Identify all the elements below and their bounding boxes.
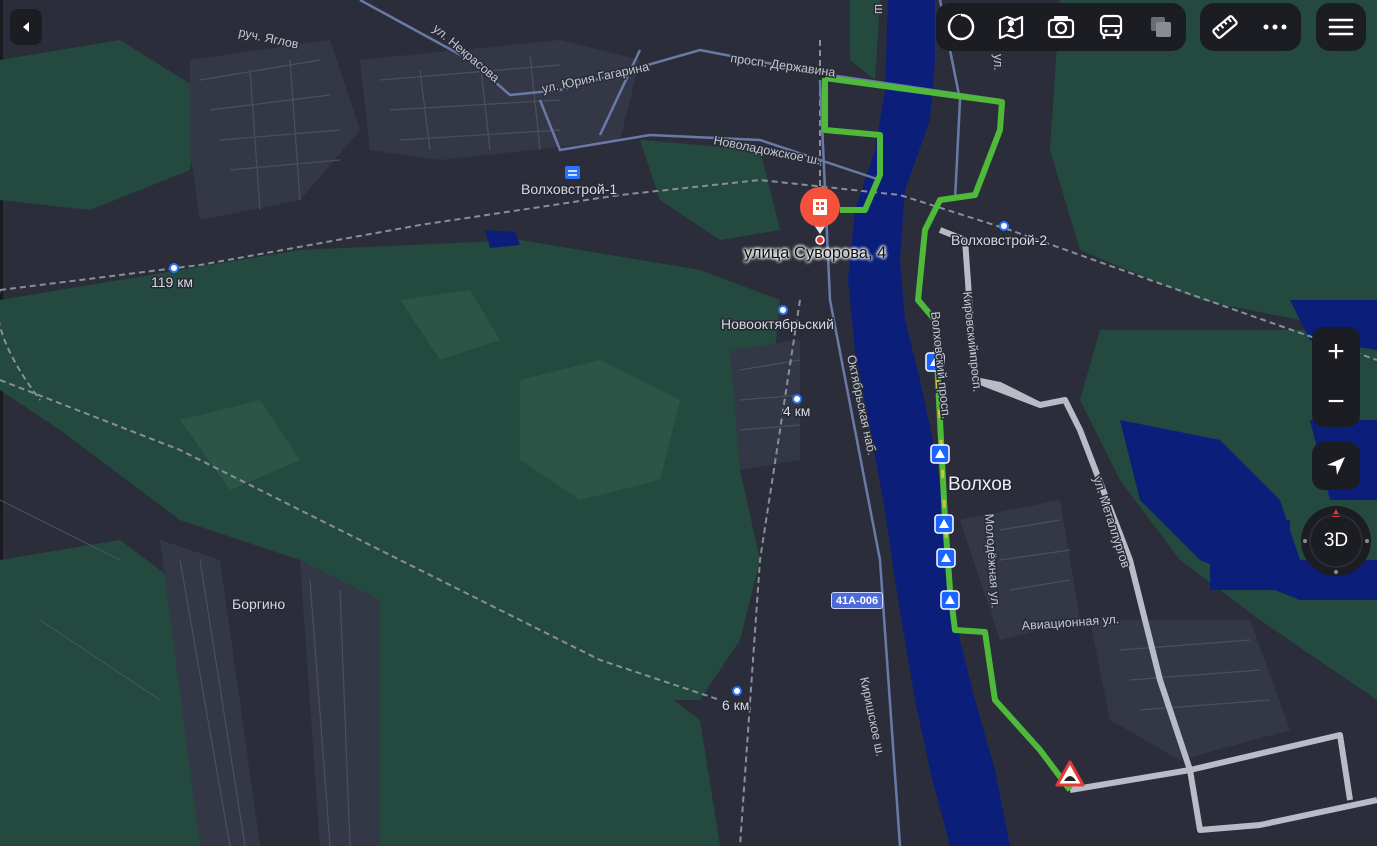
label-6km: 6 км xyxy=(722,697,749,713)
building-icon xyxy=(813,199,827,215)
label-119km: 119 км xyxy=(151,274,193,290)
collapse-panel-button[interactable] xyxy=(10,9,42,45)
geolocation-button[interactable] xyxy=(1312,442,1360,490)
panorama-map-button[interactable] xyxy=(986,3,1036,51)
panorama-map-icon xyxy=(998,15,1024,40)
street-top-right: ул. xyxy=(991,54,1005,71)
layers-circle-button[interactable] xyxy=(936,3,986,51)
triangle-left-icon xyxy=(23,22,29,32)
map-layers-toolbar xyxy=(936,3,1186,51)
3d-label: 3D xyxy=(1323,530,1349,551)
label-borgino: Боргино xyxy=(232,596,285,612)
zoom-out-button[interactable]: − xyxy=(1312,377,1360,427)
layers-square-button[interactable] xyxy=(1136,3,1186,51)
label-novooktyabrsky: Новооктябрьский xyxy=(721,316,834,332)
street-top-edge: ш xyxy=(872,4,886,14)
label-volkhovstroy1: Волховстрой-1 xyxy=(521,181,617,197)
zoom-control: + − xyxy=(1312,327,1360,427)
label-4km: 4 км xyxy=(783,403,810,419)
label-volkhovstroy2: Волховстрой-2 xyxy=(951,232,1047,248)
compass-3d-button[interactable]: 3D xyxy=(1301,506,1371,576)
layers-circle-icon xyxy=(947,13,975,41)
map-tools-toolbar xyxy=(1200,3,1301,51)
hamburger-icon xyxy=(1328,18,1354,36)
menu-button[interactable] xyxy=(1316,3,1366,51)
destination-address-label[interactable]: улица Суворова, 4 xyxy=(744,244,886,263)
zoom-in-button[interactable]: + xyxy=(1312,327,1360,377)
camera-icon xyxy=(1047,16,1075,39)
transport-button[interactable] xyxy=(1086,3,1136,51)
navigation-arrow-icon xyxy=(1327,457,1345,475)
ruler-icon xyxy=(1212,15,1238,39)
more-icon xyxy=(1263,24,1287,30)
layers-square-icon xyxy=(1151,17,1171,37)
road-shield: 41А-006 xyxy=(831,592,883,609)
bus-icon xyxy=(1099,14,1123,39)
label-city-volkhov: Волхов xyxy=(948,474,1012,495)
more-button[interactable] xyxy=(1250,3,1300,51)
camera-button[interactable] xyxy=(1036,3,1086,51)
map-canvas[interactable]: Волховстрой-1 Волховстрой-2 Новооктябрьс… xyxy=(0,0,1377,846)
ruler-button[interactable] xyxy=(1200,3,1250,51)
